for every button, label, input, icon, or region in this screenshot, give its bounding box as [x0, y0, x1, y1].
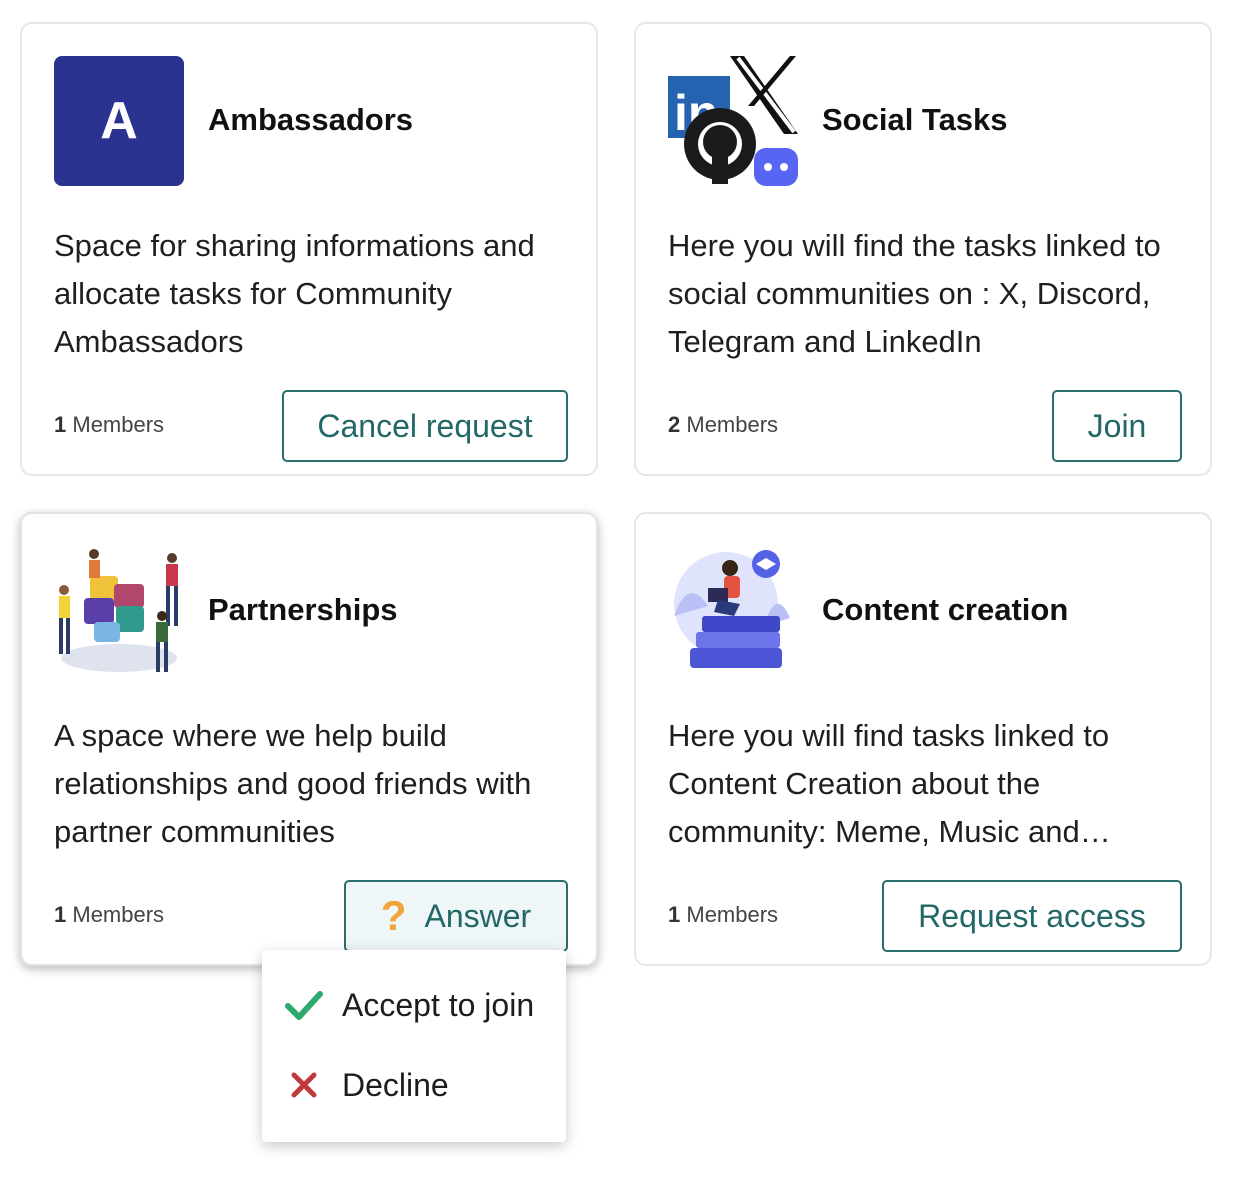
card-description: Space for sharing informations and alloc… — [54, 228, 535, 359]
card-title: Social Tasks — [822, 102, 1008, 137]
card-social-tasks[interactable]: in Social Tasks Here you will find the t… — [634, 22, 1212, 476]
card-description: Here you will find the tasks linked to s… — [668, 228, 1161, 359]
github-icon — [684, 108, 756, 184]
cancel-request-button[interactable]: Cancel request — [282, 390, 568, 462]
discord-icon — [754, 148, 798, 186]
card-ambassadors[interactable]: A Ambassadors Space for sharing informat… — [20, 22, 598, 476]
card-title: Content creation — [822, 592, 1069, 627]
reading-person-illustration — [668, 546, 798, 676]
question-icon: ? — [380, 892, 407, 939]
answer-button[interactable]: ? Answer — [344, 880, 568, 952]
answer-button-label: Answer — [424, 897, 532, 934]
puzzle-people-illustration — [54, 546, 184, 676]
members-count: 1 Members — [54, 412, 165, 437]
card-title: Partnerships — [208, 592, 398, 627]
avatar-letter: A — [100, 92, 138, 150]
close-icon — [284, 1071, 324, 1099]
members-count: 1 Members — [54, 902, 165, 927]
card-title: Ambassadors — [208, 102, 414, 137]
answer-dropdown-menu: Accept to join Decline — [262, 950, 566, 1142]
card-description: A space where we help build relationship… — [54, 718, 532, 849]
check-icon — [284, 990, 324, 1020]
ambassadors-avatar: A — [54, 56, 184, 186]
join-button[interactable]: Join — [1052, 390, 1182, 462]
menu-item-decline[interactable]: Decline — [262, 1050, 566, 1120]
menu-item-accept[interactable]: Accept to join — [262, 970, 566, 1040]
menu-item-label: Decline — [342, 1066, 449, 1103]
card-partnerships[interactable]: Partnerships A space where we help build… — [20, 512, 598, 966]
card-description: Here you will find tasks linked to Conte… — [668, 718, 1111, 849]
members-count: 2 Members — [668, 412, 779, 437]
card-content-creation[interactable]: Content creation Here you will find task… — [634, 512, 1212, 966]
menu-item-label: Accept to join — [342, 986, 535, 1023]
members-count: 1 Members — [668, 902, 779, 927]
social-logos-icon: in — [668, 56, 798, 186]
request-access-button[interactable]: Request access — [882, 880, 1182, 952]
